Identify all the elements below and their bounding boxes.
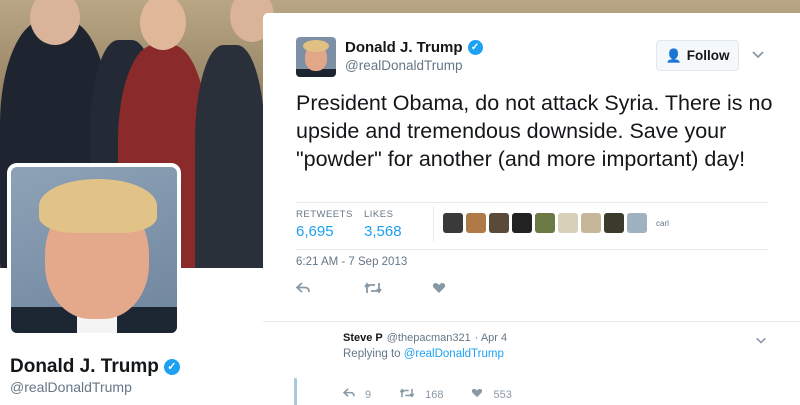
liker-avatar[interactable] xyxy=(581,213,601,233)
profile-handle: @realDonaldTrump xyxy=(10,379,132,395)
retweets-count[interactable]: 6,695 xyxy=(296,223,353,240)
reply-author-handle[interactable]: @thepacman321 xyxy=(387,332,471,344)
main-tweet: Donald J. Trump ✓ @realDonaldTrump 👤 Fol… xyxy=(263,13,800,321)
author-avatar[interactable] xyxy=(296,37,336,77)
chevron-down-icon[interactable] xyxy=(755,334,767,349)
reply-actions: 9 168 553 xyxy=(342,388,512,401)
retweet-count: 168 xyxy=(425,388,444,401)
author-name-text[interactable]: Donald J. Trump xyxy=(345,39,463,56)
retweet-icon[interactable] xyxy=(364,281,432,298)
divider xyxy=(296,249,768,250)
author-name[interactable]: Donald J. Trump ✓ xyxy=(345,39,483,56)
cover-figure-head xyxy=(140,0,186,50)
reply-date[interactable]: · Apr 4 xyxy=(475,332,507,344)
liker-avatar[interactable] xyxy=(627,213,647,233)
follow-button-label: Follow xyxy=(686,48,730,63)
like-count: 553 xyxy=(493,388,512,401)
tweet-permalink-modal: Donald J. Trump ✓ @realDonaldTrump 👤 Fol… xyxy=(263,13,800,405)
verified-badge-icon: ✓ xyxy=(163,359,180,375)
thread-line xyxy=(294,378,297,405)
verified-badge-icon: ✓ xyxy=(467,40,483,55)
reply-tweet[interactable]: Steve P @thepacman321 · Apr 4 Replying t… xyxy=(263,322,800,405)
liker-name: carl xyxy=(656,218,669,228)
retweets-stat[interactable]: RETWEETS 6,695 xyxy=(296,209,353,240)
like-button[interactable]: 553 xyxy=(471,388,512,401)
likers-avatars: carl xyxy=(443,213,669,233)
follow-button[interactable]: 👤 Follow xyxy=(656,40,739,71)
liker-avatar[interactable] xyxy=(466,213,486,233)
liker-avatar[interactable] xyxy=(535,213,555,233)
replying-to-prefix: Replying to xyxy=(343,348,401,360)
heart-icon[interactable] xyxy=(432,281,500,298)
reply-button[interactable]: 9 xyxy=(342,388,372,401)
replying-to-link[interactable]: @realDonaldTrump xyxy=(404,348,504,360)
divider xyxy=(296,202,768,203)
profile-avatar[interactable] xyxy=(7,163,181,337)
liker-avatar[interactable] xyxy=(489,213,509,233)
tweet-actions xyxy=(295,281,500,298)
replying-to: Replying to @realDonaldTrump xyxy=(343,348,504,360)
liker-avatar[interactable] xyxy=(512,213,532,233)
author-handle[interactable]: @realDonaldTrump xyxy=(345,58,463,73)
liker-avatar[interactable] xyxy=(604,213,624,233)
cover-figure xyxy=(195,45,265,268)
divider xyxy=(433,206,434,242)
likes-label: LIKES xyxy=(364,209,394,220)
liker-avatar[interactable] xyxy=(558,213,578,233)
reply-author-name[interactable]: Steve P xyxy=(343,332,383,344)
chevron-down-icon[interactable] xyxy=(751,47,765,61)
tweet-timestamp[interactable]: 6:21 AM - 7 Sep 2013 xyxy=(296,256,407,268)
heart-icon xyxy=(471,388,483,401)
likes-count[interactable]: 3,568 xyxy=(364,223,402,240)
retweets-label: RETWEETS xyxy=(296,209,353,220)
liker-avatar[interactable] xyxy=(443,213,463,233)
reply-icon[interactable] xyxy=(295,281,364,298)
follow-person-icon: 👤 xyxy=(665,47,682,63)
tweet-text: President Obama, do not attack Syria. Th… xyxy=(296,91,773,171)
retweet-button[interactable]: 168 xyxy=(399,388,443,401)
reply-header: Steve P @thepacman321 · Apr 4 xyxy=(343,332,507,344)
reply-count: 9 xyxy=(365,388,372,401)
profile-name: Donald J. Trump ✓ xyxy=(10,356,180,378)
likes-stat[interactable]: LIKES 3,568 xyxy=(364,209,402,240)
retweet-icon xyxy=(399,388,415,401)
profile-name-text: Donald J. Trump xyxy=(10,356,159,377)
reply-icon xyxy=(342,388,355,401)
